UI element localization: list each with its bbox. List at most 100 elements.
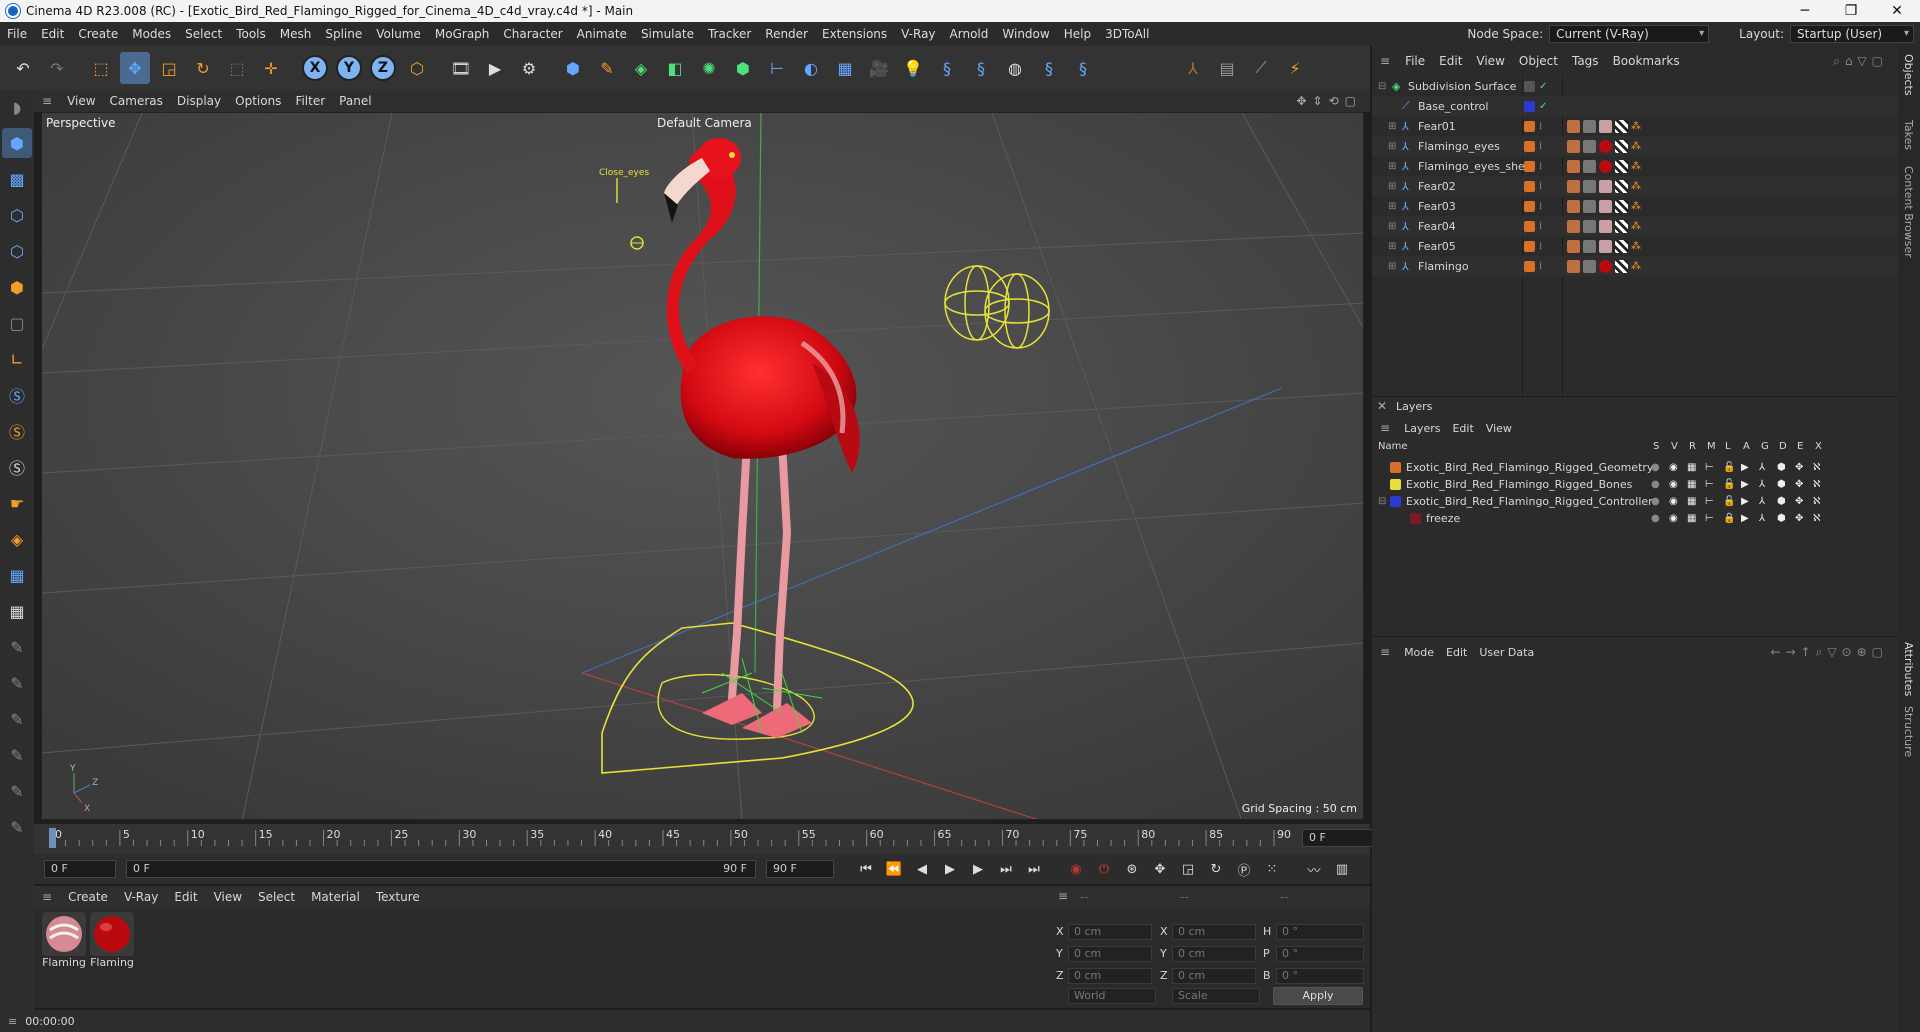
layer-expressions-icon[interactable]: ✥ xyxy=(1795,496,1803,507)
object-row[interactable]: ⊞ ⅄ Flamingo_eyes ⁞ ⁂ xyxy=(1372,136,1898,156)
material-menu-texture[interactable]: Texture xyxy=(368,890,428,904)
object-menu-edit[interactable]: Edit xyxy=(1432,54,1469,68)
texture-mode-icon[interactable]: ▩ xyxy=(2,164,32,194)
material-swatch[interactable]: Flaming xyxy=(42,912,86,969)
layer-deformers-icon[interactable]: ⬢ xyxy=(1777,496,1786,507)
object-tags[interactable]: ⁂ xyxy=(1567,199,1641,213)
tab-structure[interactable]: Structure xyxy=(1902,706,1915,757)
record-keys-icon[interactable]: ◉ xyxy=(1064,857,1088,881)
layer-solo-icon[interactable]: ● xyxy=(1651,479,1660,490)
points-mode-icon[interactable]: ⬡ xyxy=(2,200,32,230)
layer-solo-icon[interactable]: ● xyxy=(1651,496,1660,507)
cloner-icon[interactable]: ✺ xyxy=(694,52,724,84)
object-hamburger-icon[interactable]: ≡ xyxy=(1372,54,1398,68)
layer-color-icon[interactable] xyxy=(1524,180,1535,192)
locked-workplane-icon[interactable]: ▦ xyxy=(2,596,32,626)
material-menu-edit[interactable]: Edit xyxy=(166,890,205,904)
coords-hamburger-icon[interactable]: ≡ xyxy=(1058,889,1068,903)
position-y-field[interactable]: 0 cm xyxy=(1068,946,1152,962)
layer-color-icon[interactable] xyxy=(1524,100,1535,112)
material-menu-view[interactable]: View xyxy=(206,890,250,904)
material-tag-icon[interactable] xyxy=(1599,119,1612,133)
z-axis-lock-icon[interactable]: Z xyxy=(368,52,398,84)
visibility-toggle-icon[interactable]: ⁞ xyxy=(1539,221,1542,232)
layer-color-icon[interactable] xyxy=(1524,160,1535,172)
object-name[interactable]: Fear04 xyxy=(1418,220,1456,233)
material-tag-icon[interactable] xyxy=(1599,239,1612,253)
hamburger-icon[interactable]: ≡ xyxy=(34,94,60,108)
world-mode-select[interactable]: World xyxy=(1068,988,1156,1004)
edges-mode-icon[interactable]: ⬡ xyxy=(2,236,32,266)
layer-visibility-icon[interactable]: ◉ xyxy=(1669,462,1678,473)
layer-visibility-icon[interactable]: ◉ xyxy=(1669,513,1678,524)
layer-manager-icon[interactable]: ⊢ xyxy=(1705,479,1714,490)
menu-render[interactable]: Render xyxy=(758,27,815,41)
grid-workplane-icon[interactable]: ▦ xyxy=(2,560,32,590)
previous-key-icon[interactable]: ⏪ xyxy=(882,857,906,881)
object-row[interactable]: ⊞ ⅄ Fear03 ⁞ ⁂ xyxy=(1372,196,1898,216)
visibility-toggle-icon[interactable]: ✓ xyxy=(1539,81,1547,92)
menu-mesh[interactable]: Mesh xyxy=(273,27,319,41)
python-script-3-icon[interactable]: § xyxy=(1034,52,1064,84)
pen-spline-icon[interactable]: ✎ xyxy=(592,52,622,84)
material-menu-material[interactable]: Material xyxy=(303,890,368,904)
rotation-h-field[interactable]: 0 ° xyxy=(1276,924,1364,940)
scale-mode-select[interactable]: Scale xyxy=(1172,988,1260,1004)
menu-tools[interactable]: Tools xyxy=(229,27,273,41)
layer-animation-icon[interactable]: ▶ xyxy=(1741,479,1749,490)
ik-tag-icon[interactable]: ⁂ xyxy=(1631,201,1641,212)
visibility-toggle-icon[interactable]: ⁞ xyxy=(1539,141,1542,152)
layer-visibility-icon[interactable]: ◉ xyxy=(1669,479,1678,490)
layout-select[interactable]: Startup (User) xyxy=(1790,25,1914,43)
texture-tag-icon[interactable] xyxy=(1583,239,1596,253)
expand-icon[interactable]: ⊞ xyxy=(1388,221,1396,232)
undo-icon[interactable]: ↶ xyxy=(8,52,38,84)
layer-manager-icon[interactable]: ⊢ xyxy=(1705,462,1714,473)
menu-create[interactable]: Create xyxy=(71,27,125,41)
layer-close-icon[interactable]: ✕ xyxy=(1377,399,1387,413)
floor-icon[interactable]: ▦ xyxy=(830,52,860,84)
go-to-end-icon[interactable]: ⏭ xyxy=(1022,857,1046,881)
sculpt-2-icon[interactable]: ✎ xyxy=(2,704,32,734)
object-layer-indicator[interactable]: ⁞ xyxy=(1524,220,1542,232)
material-menu-select[interactable]: Select xyxy=(250,890,303,904)
object-name[interactable]: Flamingo_eyes_shell xyxy=(1418,160,1531,173)
object-menu-bookmarks[interactable]: Bookmarks xyxy=(1606,54,1687,68)
object-menu-tags[interactable]: Tags xyxy=(1565,54,1606,68)
timeline-ruler[interactable]: 0 5 10 15 20 25 30 35 40 45 50 55 60 65 70 75 80 85 90 0 F xyxy=(34,824,1374,854)
y-axis-lock-icon[interactable]: Y xyxy=(334,52,364,84)
layer-manager-icon[interactable]: ⊢ xyxy=(1705,496,1714,507)
scale-tool-icon[interactable]: ◲ xyxy=(154,52,184,84)
layer-color-swatch[interactable] xyxy=(1390,479,1401,490)
menu-mograph[interactable]: MoGraph xyxy=(428,27,497,41)
layer-row[interactable]: Exotic_Bird_Red_Flamingo_Rigged_Geometry… xyxy=(1372,459,1898,476)
layer-color-icon[interactable] xyxy=(1524,260,1535,272)
viewport-menu-filter[interactable]: Filter xyxy=(288,94,332,108)
viewport-menu-options[interactable]: Options xyxy=(228,94,288,108)
layer-solo-icon[interactable]: ● xyxy=(1651,462,1660,473)
texture-tag-icon[interactable] xyxy=(1583,139,1596,153)
menu-animate[interactable]: Animate xyxy=(570,27,634,41)
layer-render-icon[interactable]: ▦ xyxy=(1687,479,1696,490)
snap-enable-icon[interactable]: Ⓢ xyxy=(2,452,32,482)
sphere-globe-icon[interactable]: ◍ xyxy=(1000,52,1030,84)
paint-icon[interactable]: ✎ xyxy=(2,632,32,662)
layer-solo-icon[interactable]: ● xyxy=(1651,513,1660,524)
maximize-button[interactable]: ❐ xyxy=(1828,0,1874,22)
layer-hamburger-icon[interactable]: ≡ xyxy=(1372,421,1398,435)
cube-object-icon[interactable]: ⬢ xyxy=(558,52,588,84)
rotation-p-field[interactable]: 0 ° xyxy=(1276,946,1364,962)
workplane-icon[interactable]: ◈ xyxy=(2,524,32,554)
visibility-toggle-icon[interactable]: ⁞ xyxy=(1539,261,1542,272)
visibility-toggle-icon[interactable]: ⁞ xyxy=(1539,161,1542,172)
layer-menu-view[interactable]: View xyxy=(1480,422,1518,435)
object-menu-object[interactable]: Object xyxy=(1512,54,1565,68)
layer-color-swatch[interactable] xyxy=(1390,496,1401,507)
layer-row[interactable]: freeze ● ◉ ▦ ⊢ 🔒 ▶ ⅄ ⬢ ✥ ℵ xyxy=(1372,510,1898,527)
tweak-mode-icon[interactable]: ☛ xyxy=(2,488,32,518)
ik-tag-icon[interactable]: ⁂ xyxy=(1631,241,1641,252)
expand-icon[interactable]: ⊟ xyxy=(1378,81,1386,92)
attribute-menu-mode[interactable]: Mode xyxy=(1398,646,1440,659)
layer-lock-icon[interactable]: 🔓 xyxy=(1723,479,1735,490)
expand-icon[interactable]: ⊞ xyxy=(1388,141,1396,152)
